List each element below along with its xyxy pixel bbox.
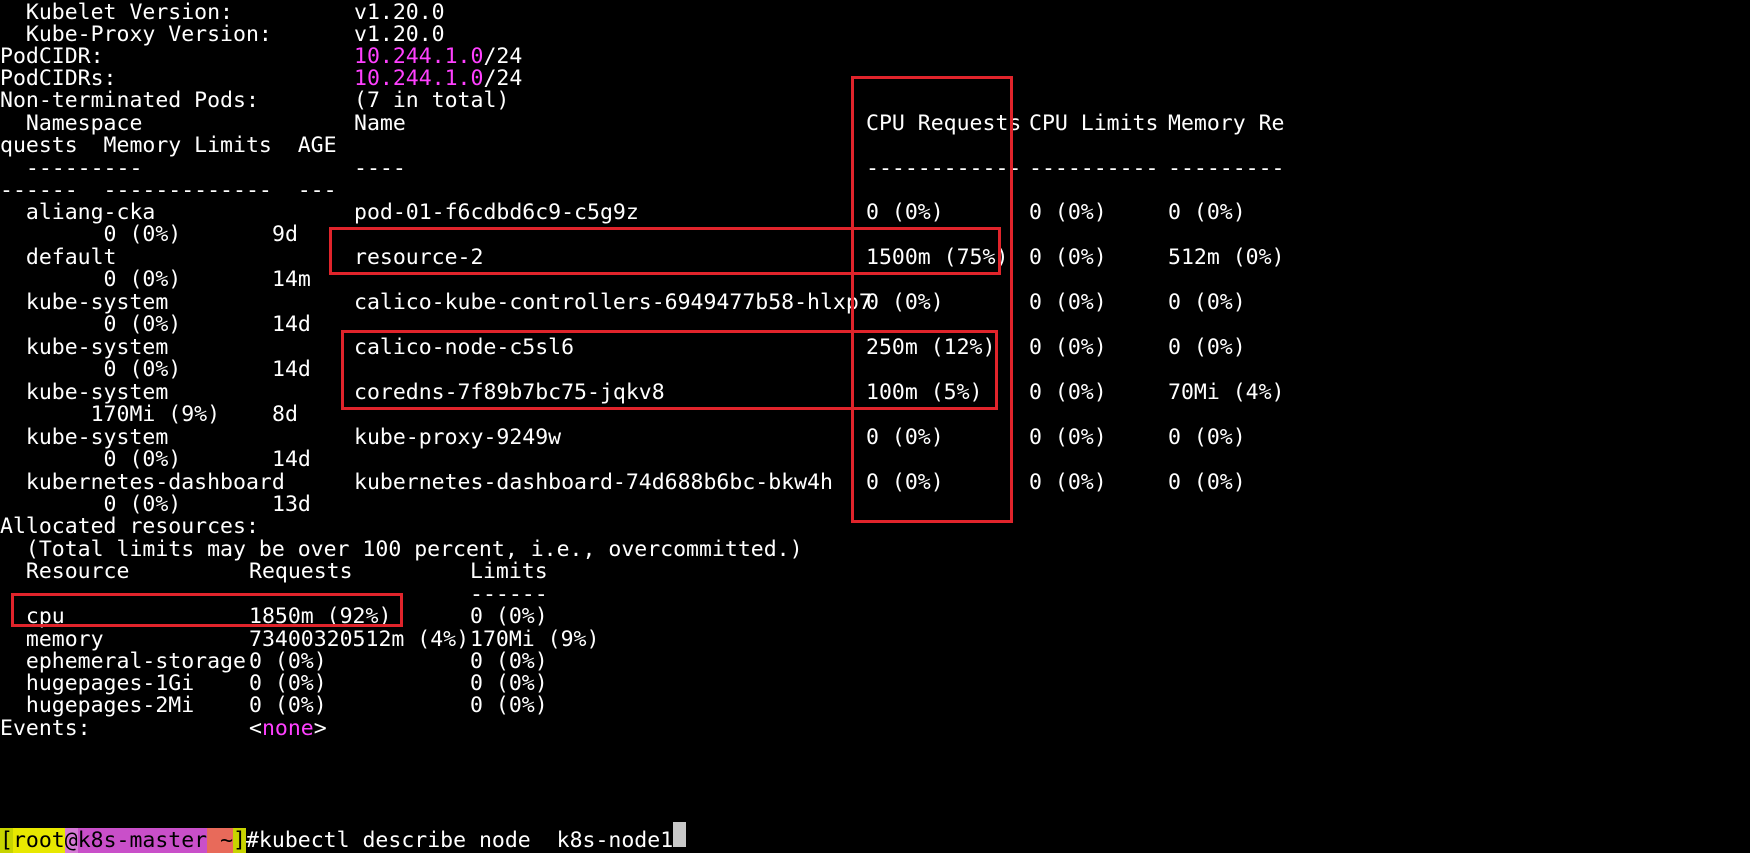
pod-row-name: kube-proxy-9249w [354,425,562,450]
pod-row-cpu-limits: 0 (0%) [1029,290,1107,315]
pod-row-cpu-limits: 0 (0%) [1029,425,1107,450]
prompt-open-bracket: [ [0,828,13,853]
allocated-row-requests: 0 (0%) [249,693,327,718]
pods-header-memory-requests: Memory Re [1168,111,1285,136]
shell-prompt-line[interactable]: [root@k8s-master ~]#kubectl describe nod… [0,822,687,853]
allocated-row-limits: 0 (0%) [470,693,548,718]
pod-row-memory-requests: 0 (0%) [1168,335,1246,360]
prompt-host: k8s-master [77,828,208,853]
prompt-at: @ [64,828,78,853]
allocated-row-resource: hugepages-2Mi [0,693,195,718]
events-value: <none> [249,716,327,741]
pod-row-name: pod-01-f6cdbd6c9-c5g9z [354,200,639,225]
pod-row-cpu-limits: 0 (0%) [1029,335,1107,360]
pod-row-cpu-limits: 0 (0%) [1029,200,1107,225]
pod-row-age: 14d [272,357,311,382]
pod-row-memory-requests: 0 (0%) [1168,290,1246,315]
non-terminated-pods-count: (7 in total) [354,88,510,113]
pods-sep-memory-requests: --------- [1168,156,1285,181]
pod-row-memory-requests: 0 (0%) [1168,200,1246,225]
pod-row-memory-limits: 0 (0%) [0,312,182,337]
pod-row-memory-requests: 0 (0%) [1168,470,1246,495]
allocated-header-limits: Limits [470,559,548,584]
events-open: < [249,716,262,741]
pod-row-cpu-limits: 0 (0%) [1029,470,1107,495]
pod-row-memory-limits: 0 (0%) [0,267,182,292]
pod-row-memory-limits: 170Mi (9%) [0,402,221,427]
pod-row-age: 13d [272,492,311,517]
prompt-user: root [12,828,65,853]
pod-row-age: 14m [272,267,311,292]
events-close: > [313,716,327,741]
terminal-window[interactable]: Kubelet Version: v1.20.0 Kube-Proxy Vers… [0,0,1750,853]
pod-row-cpu-limits: 0 (0%) [1029,245,1107,270]
allocated-header-requests: Requests [249,559,353,584]
pod-row-age: 14d [272,312,311,337]
pod-row-age: 14d [272,447,311,472]
cpu-requests-column-highlight [851,76,1013,523]
calico-coredns-rows-highlight [341,330,998,410]
non-terminated-pods-label: Non-terminated Pods: [0,88,259,113]
pods-sep-name: ---- [354,156,406,181]
events-none: none [261,716,314,741]
terminal-cursor [673,822,687,847]
allocated-header-resource: Resource [0,559,130,584]
pod-row-memory-limits: 0 (0%) [0,222,182,247]
allocated-row-limits: 0 (0%) [470,604,548,629]
pod-row-name: calico-kube-controllers-6949477b58-hlxp7 [354,290,872,315]
pod-row-memory-requests: 0 (0%) [1168,425,1246,450]
pods-sep-cpu-limits: ---------- [1029,156,1159,181]
resource-2-row-highlight [329,227,1001,275]
pod-row-age: 8d [272,402,298,427]
pods-header-wrapped: quests Memory Limits AGE [0,133,337,158]
pod-row-cpu-limits: 0 (0%) [1029,380,1107,405]
pod-row-memory-requests: 70Mi (4%) [1168,380,1285,405]
prompt-close-bracket: ] [233,828,246,853]
pods-header-name: Name [354,111,406,136]
pods-header-cpu-limits: CPU Limits [1029,111,1159,136]
pod-row-memory-limits: 0 (0%) [0,447,182,472]
pod-row-age: 9d [272,222,298,247]
allocated-resources-title: Allocated resources: [0,514,259,539]
cpu-allocated-highlight [11,593,403,627]
pod-row-memory-limits: 0 (0%) [0,357,182,382]
events-label: Events: [0,716,91,741]
prompt-path: ~ [207,828,234,853]
command-input[interactable]: #kubectl describe node k8s-node1 [246,828,673,853]
pod-row-name: kubernetes-dashboard-74d688b6bc-bkw4h [354,470,833,495]
pod-row-memory-requests: 512m (0%) [1168,245,1285,270]
